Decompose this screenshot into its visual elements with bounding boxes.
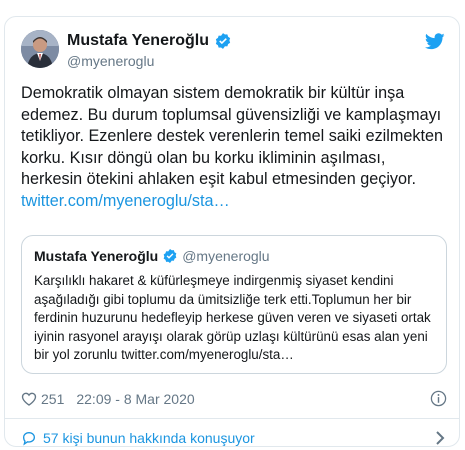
verified-badge-icon	[163, 249, 177, 263]
reply-bubble-icon	[22, 431, 36, 446]
author-name[interactable]: Mustafa Yeneroğlu	[67, 32, 232, 50]
info-icon[interactable]	[430, 390, 447, 407]
timestamp[interactable]: 22:09 - 8 Mar 2020	[76, 391, 194, 407]
quoted-author-name: Mustafa Yeneroğlu	[34, 248, 159, 264]
quoted-tweet-header: Mustafa Yeneroğlu @myeneroglu	[34, 248, 270, 264]
tweet-text: Demokratik olmayan sistem demokratik bir…	[21, 84, 443, 188]
quoted-author-handle: @myeneroglu	[182, 248, 270, 264]
verified-badge-icon	[215, 33, 231, 49]
tweet-body: Demokratik olmayan sistem demokratik bir…	[21, 83, 449, 212]
divider	[5, 418, 459, 419]
tweet-meta: 251 22:09 - 8 Mar 2020	[21, 389, 447, 409]
conversation-label[interactable]: 57 kişi bunun hakkında konuşuyor	[43, 430, 255, 446]
tweet-link[interactable]: twitter.com/myeneroglu/sta…	[21, 192, 230, 210]
author-name-text[interactable]: Mustafa Yeneroğlu	[67, 32, 209, 50]
conversation-link[interactable]: 57 kişi bunun hakkında konuşuyor	[21, 428, 447, 448]
author-handle[interactable]: @myeneroglu	[67, 53, 154, 69]
quoted-tweet[interactable]: Mustafa Yeneroğlu @myeneroglu Karşılıklı…	[21, 235, 447, 374]
tweet-card: Mustafa Yeneroğlu @myeneroglu Demokratik…	[4, 16, 460, 447]
like-count[interactable]: 251	[41, 391, 64, 407]
heart-icon[interactable]	[21, 391, 37, 407]
quoted-tweet-text: Karşılıklı hakaret & küfürleşmeye indirg…	[34, 273, 431, 363]
twitter-bird-icon[interactable]	[425, 33, 445, 50]
avatar[interactable]	[21, 30, 59, 68]
chevron-right-icon[interactable]	[435, 431, 445, 445]
